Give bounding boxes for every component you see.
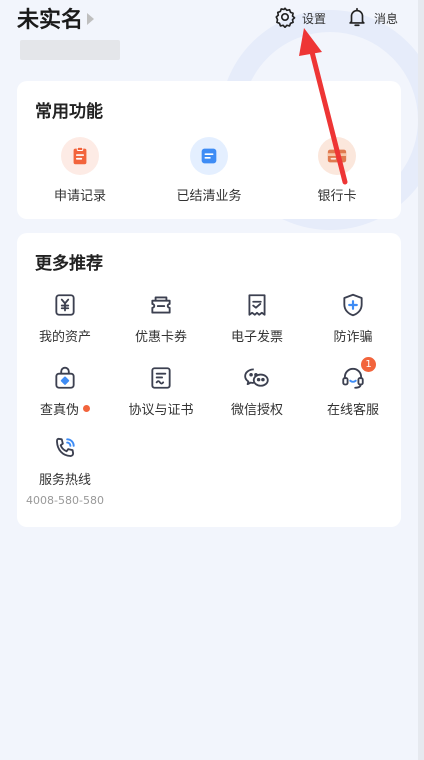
invoice-icon: [242, 290, 272, 320]
hotline-number: 4008-580-580: [26, 494, 104, 507]
messages-button[interactable]: 消息: [346, 6, 398, 31]
settled-business-item[interactable]: 已结清业务: [154, 137, 264, 204]
verify-bag-icon: [50, 363, 80, 393]
settings-label: 设置: [302, 12, 327, 26]
settings-button[interactable]: 设置: [274, 6, 326, 31]
headset-icon: 1: [338, 357, 376, 393]
anti-fraud-item[interactable]: 防诈骗: [305, 290, 401, 345]
messages-label: 消息: [374, 12, 399, 26]
bank-card-item[interactable]: 银行卡: [282, 137, 392, 204]
username-link[interactable]: 未实名: [17, 2, 95, 34]
coupons-item[interactable]: 优惠卡券: [113, 290, 209, 345]
gear-icon: [274, 6, 296, 31]
common-functions-card: 常用功能 申请记录 已结清业务 银行卡: [17, 81, 401, 219]
agreements-certificates-item[interactable]: 协议与证书: [113, 363, 209, 418]
unread-badge: 1: [361, 357, 376, 372]
verify-authenticity-item[interactable]: 查真伪: [17, 363, 113, 418]
item-label: 防诈骗: [333, 330, 373, 345]
scrollbar-track: [418, 0, 424, 760]
item-label: 在线客服: [326, 403, 379, 418]
section-title: 更多推荐: [35, 254, 103, 274]
section-title: 常用功能: [35, 102, 103, 122]
more-recommendations-card: 更多推荐 我的资产 优惠卡券 电子发票 防诈骗 查真伪 协议与证书 微信授权 1…: [17, 233, 401, 527]
item-label: 电子发票: [230, 330, 283, 345]
phone-call-icon: [50, 433, 80, 463]
username-text: 未实名: [17, 8, 84, 33]
item-label: 申请记录: [53, 189, 106, 204]
item-label: 优惠卡券: [134, 330, 187, 345]
yuan-wallet-icon: [50, 290, 80, 320]
item-label: 服务热线: [38, 473, 91, 488]
agreement-icon: [146, 363, 176, 393]
item-label: 协议与证书: [128, 403, 194, 418]
chevron-right-icon: [87, 13, 95, 25]
application-records-item[interactable]: 申请记录: [25, 137, 135, 204]
my-assets-item[interactable]: 我的资产: [17, 290, 113, 345]
item-label: 查真伪: [39, 403, 79, 418]
coupon-icon: [146, 290, 176, 320]
item-label: 银行卡: [317, 189, 357, 204]
document-icon: [190, 137, 228, 175]
wechat-authorization-item[interactable]: 微信授权: [209, 363, 305, 418]
item-label: 已结清业务: [176, 189, 242, 204]
shield-plus-icon: [338, 290, 368, 320]
header: 未实名 设置 消息: [0, 0, 424, 70]
masked-account-id: [20, 40, 120, 60]
clipboard-icon: [61, 137, 99, 175]
service-hotline-item[interactable]: 服务热线 4008-580-580: [17, 433, 113, 507]
item-label: 我的资产: [38, 330, 91, 345]
new-indicator-dot: [83, 405, 90, 412]
online-support-item[interactable]: 1 在线客服: [305, 357, 401, 418]
bell-icon: [346, 6, 368, 31]
item-label: 微信授权: [230, 403, 283, 418]
bank-card-icon: [318, 137, 356, 175]
wechat-icon: [242, 363, 272, 393]
e-invoice-item[interactable]: 电子发票: [209, 290, 305, 345]
